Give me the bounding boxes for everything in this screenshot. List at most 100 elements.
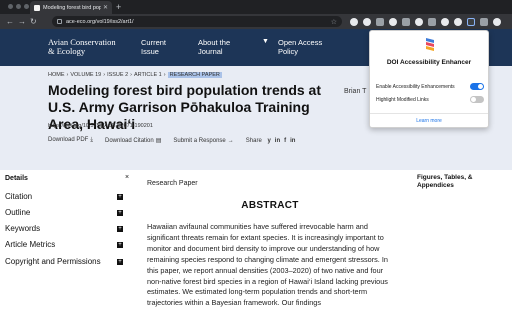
extension-icon[interactable] [441, 17, 449, 26]
details-sidebar: Details × Citation + Outline + Keywords … [0, 170, 135, 320]
share-label: Share [245, 137, 262, 144]
breadcrumb-separator: › [66, 72, 69, 78]
doi-enhancer-extension-icon[interactable] [467, 17, 475, 26]
reload-icon[interactable]: ↻ [30, 17, 37, 26]
profile-avatar-icon[interactable] [493, 17, 501, 26]
sidebar-item-label: Keywords [5, 224, 41, 233]
download-icon: ⤓ [90, 137, 94, 143]
address-bar[interactable]: ace-eco.org/vol19/iss2/art1/ ☆ [52, 16, 342, 27]
expand-icon[interactable]: + [117, 225, 123, 232]
extension-icon[interactable] [454, 17, 462, 26]
breadcrumb: HOME › VOLUME 19 › ISSUE 2 › ARTICLE 1 ›… [48, 72, 222, 78]
nav-label: Open Access [278, 38, 323, 47]
sidebar-item-article-metrics[interactable]: Article Metrics + [5, 240, 125, 249]
browser-toolbar: ← → ↻ ace-eco.org/vol19/iss2/art1/ ☆ ⋮ [0, 14, 512, 29]
download-pdf-button[interactable]: Download PDF ⤓ [48, 137, 93, 144]
submit-response-label: Submit a Response [173, 137, 226, 144]
expand-icon[interactable]: + [117, 241, 123, 248]
enable-enhancements-toggle[interactable] [470, 83, 484, 90]
linkedin-share-icon[interactable]: in [290, 138, 295, 144]
url-text: ace-eco.org/vol19/iss2/art1/ [66, 18, 134, 25]
extension-icon[interactable] [415, 17, 423, 26]
new-tab-icon[interactable]: + [116, 2, 121, 12]
nav-label: Current [141, 38, 167, 47]
nav-label: Journal [198, 47, 223, 56]
site-favicon-icon [34, 4, 40, 11]
highlight-links-toggle[interactable] [470, 96, 484, 103]
extension-icon[interactable] [350, 17, 358, 26]
download-citation-button[interactable]: Download Citation ▤ [105, 137, 161, 144]
article-authors[interactable]: Brian T [344, 88, 366, 95]
extension-icon[interactable] [376, 17, 384, 26]
download-pdf-label: Download PDF [48, 137, 89, 143]
sidebar-item-citation[interactable]: Citation + [5, 192, 125, 201]
learn-more-link[interactable]: Learn more [370, 118, 488, 124]
arrow-right-icon: → [227, 137, 234, 144]
expand-icon[interactable]: + [117, 193, 123, 200]
option-highlight-links: Highlight Modified Links [376, 96, 484, 103]
logo-line-2: & Ecology [48, 46, 86, 56]
submit-response-button[interactable]: Submit a Response → [173, 138, 233, 144]
facebook-share-icon[interactable]: f [284, 138, 286, 144]
sidebar-header: Details [5, 175, 28, 182]
doi-enhancer-logo-icon [426, 38, 434, 51]
nav-label: Issue [141, 47, 159, 56]
forward-icon[interactable]: → [18, 17, 26, 26]
option-label: Highlight Modified Links [376, 96, 429, 103]
breadcrumb-home[interactable]: HOME [48, 72, 65, 78]
nav-label: Policy [278, 47, 299, 56]
tab-close-icon[interactable]: ✕ [103, 4, 108, 11]
figures-tables-link[interactable]: Figures, Tables, & Appendices [417, 174, 507, 190]
sidebar-item-label: Outline [5, 208, 31, 217]
extension-icon[interactable] [363, 17, 371, 26]
close-icon[interactable]: × [125, 174, 129, 181]
breadcrumb-issue[interactable]: ISSUE 2 [107, 72, 128, 78]
breadcrumb-article[interactable]: ARTICLE 1 [134, 72, 162, 78]
twitter-share-icon[interactable]: y [267, 138, 270, 144]
tab-title: Modeling forest bird populati [43, 4, 101, 11]
browser-tab[interactable]: Modeling forest bird populati ✕ [30, 1, 112, 14]
site-info-icon[interactable] [57, 19, 62, 24]
article-doi-link[interactable]: https://doi.org/10.5751/ACE-02671-190201 [48, 123, 153, 129]
breadcrumb-separator: › [130, 72, 132, 78]
chevron-down-icon[interactable]: ▼ [262, 38, 269, 45]
expand-icon[interactable]: + [117, 258, 123, 265]
breadcrumb-current: RESEARCH PAPER [167, 72, 222, 78]
window-controls [8, 4, 29, 9]
expand-icon[interactable]: + [117, 209, 123, 216]
nav-about-journal[interactable]: About the Journal [198, 38, 230, 56]
popup-title: DOI Accessibility Enhancer [386, 59, 472, 66]
abstract-heading: ABSTRACT [241, 200, 299, 211]
citation-file-icon: ▤ [155, 138, 162, 144]
breadcrumb-volume[interactable]: VOLUME 19 [70, 72, 101, 78]
browser-tab-bar: Modeling forest bird populati ✕ + [0, 0, 512, 14]
sidebar-item-label: Article Metrics [5, 240, 56, 249]
sidebar-item-keywords[interactable]: Keywords + [5, 224, 125, 233]
linkedin-share-icon[interactable]: in [275, 138, 280, 144]
divider [370, 113, 488, 114]
breadcrumb-separator: › [103, 72, 106, 78]
sidebar-item-label: Citation [5, 192, 33, 201]
extension-icon[interactable] [428, 17, 436, 26]
sidebar-item-label: Copyright and Permissions [5, 257, 101, 266]
breadcrumb-separator: › [163, 72, 166, 78]
nav-label: About the [198, 38, 231, 47]
sidebar-item-copyright[interactable]: Copyright and Permissions + [5, 257, 125, 266]
option-label: Enable Accessibility Enhancements [376, 83, 455, 90]
extension-icon[interactable] [402, 17, 410, 26]
puzzle-extensions-icon[interactable] [480, 17, 488, 26]
nav-open-access-policy[interactable]: Open Access Policy [278, 38, 322, 56]
back-icon[interactable]: ← [6, 17, 14, 26]
extension-icon[interactable] [389, 17, 397, 26]
sidebar-item-outline[interactable]: Outline + [5, 208, 125, 217]
paper-type-label: Research Paper [147, 180, 198, 187]
extension-popup: DOI Accessibility Enhancer Enable Access… [369, 30, 489, 128]
article-actions: Download PDF ⤓ Download Citation ▤ Submit … [48, 137, 295, 144]
abstract-text: Hawaiian avifaunal communities have suff… [147, 222, 388, 308]
download-citation-label: Download Citation [105, 138, 154, 144]
share-group: Share y in f in [246, 138, 296, 144]
nav-current-issue[interactable]: Current Issue [141, 38, 166, 56]
option-enable-enhancements: Enable Accessibility Enhancements [376, 83, 484, 90]
journal-logo[interactable]: Avian Conservation & Ecology [48, 38, 116, 56]
bookmark-star-icon[interactable]: ☆ [331, 18, 337, 26]
